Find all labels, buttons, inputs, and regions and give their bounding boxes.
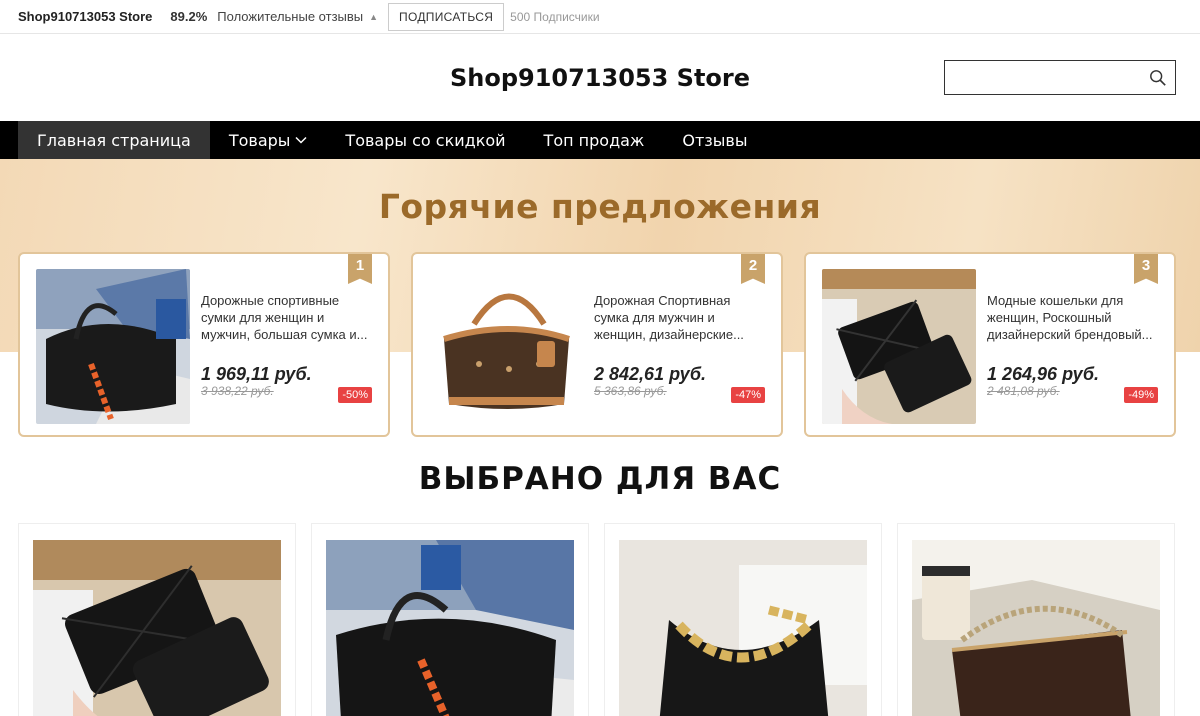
product-image[interactable] [36,269,190,424]
deal-card[interactable]: 1 Дорожные спортивные сумки для женщин и… [18,252,390,437]
nav-item-discounts[interactable]: Товары со скидкой [326,121,524,159]
hot-deals-section: Горячие предложения 1 Дорожные спортивны… [0,159,1200,444]
deal-price: 1 264,96 руб. [987,364,1099,384]
nav-item-home[interactable]: Главная страница [18,121,210,159]
deal-price: 2 842,61 руб. [594,364,706,384]
product-image[interactable] [33,540,281,716]
deal-old-price: 2 481,08 руб. [987,384,1060,398]
product-card[interactable] [604,523,882,716]
nav-item-label: Главная страница [37,130,191,150]
recommended-title: ВЫБРАНО ДЛЯ ВАС [418,461,782,497]
deal-name[interactable]: Дорожные спортивные сумки для женщин и м… [201,292,376,343]
chevron-up-icon: ▲ [369,11,379,22]
store-header: Shop910713053 Store [0,34,1200,121]
nav-item-label: Топ продаж [543,130,645,150]
positive-feedback-percent: 89.2% [170,9,208,24]
deal-name[interactable]: Дорожная Спортивная сумка для мужчин и ж… [594,292,769,343]
deal-old-price: 5 363,86 руб. [594,384,667,398]
discount-badge: -49% [1124,387,1158,403]
product-image[interactable] [429,269,583,424]
product-card[interactable] [311,523,589,716]
product-image[interactable] [326,540,574,716]
positive-feedback-label: Положительные отзывы [217,9,364,24]
deal-card[interactable]: 3 Модные кошельки для женщин, Роскошный … [804,252,1176,437]
deal-price: 1 969,11 руб. [201,364,312,384]
nav-item-top-sales[interactable]: Топ продаж [525,121,664,159]
product-card[interactable] [18,523,296,716]
product-card[interactable] [897,523,1175,716]
nav-item-label: Отзывы [682,130,748,150]
rank-ribbon: 2 [741,254,765,284]
hot-deals-title: Горячие предложения [378,187,822,226]
product-image[interactable] [912,540,1160,716]
product-image[interactable] [619,540,867,716]
store-name-link[interactable]: Shop910713053 Store [18,9,152,24]
rank-ribbon: 3 [1134,254,1158,284]
search-box [944,60,1176,95]
positive-feedback-toggle[interactable]: Положительные отзывы ▲ [217,9,378,24]
nav-item-label: Товары [228,130,291,150]
discount-badge: -50% [338,387,372,403]
product-image[interactable] [822,269,976,424]
nav-item-label: Товары со скидкой [345,130,506,150]
deal-card[interactable]: 2 Дорожная Спортивная сумка для мужчин и… [411,252,783,437]
deal-name[interactable]: Модные кошельки для женщин, Роскошный ди… [987,292,1162,343]
discount-badge: -47% [731,387,765,403]
deal-old-price: 3 938,22 руб. [201,384,274,398]
store-info-bar: Shop910713053 Store 89.2% Положительные … [0,0,1200,34]
chevron-down-icon [295,136,307,144]
nav-item-reviews[interactable]: Отзывы [663,121,766,159]
main-nav: Главная страница Товары Товары со скидко… [0,121,1200,159]
rank-ribbon: 1 [348,254,372,284]
subscribe-button[interactable]: ПОДПИСАТЬСЯ [388,2,505,31]
subscriber-count: 500 Подписчики [510,9,600,24]
search-input[interactable] [945,61,1145,94]
nav-item-products[interactable]: Товары [210,121,327,159]
search-icon[interactable] [1149,69,1167,87]
